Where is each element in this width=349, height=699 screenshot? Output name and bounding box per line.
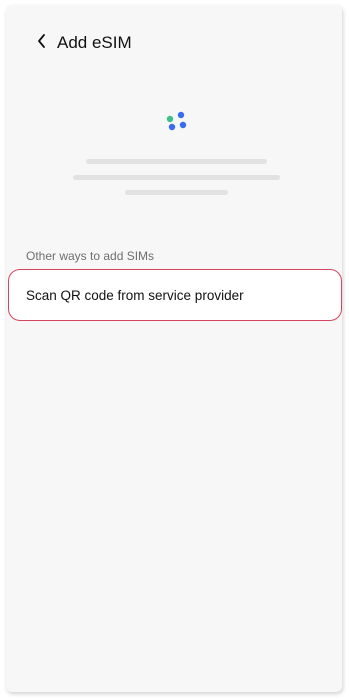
page-title: Add eSIM: [57, 33, 132, 52]
section-label: Other ways to add SIMs: [26, 249, 155, 263]
loading-dots-icon: [164, 110, 188, 134]
back-button[interactable]: [28, 27, 56, 59]
skeleton-line-3: [125, 190, 228, 195]
scan-qr-code-option[interactable]: Scan QR code from service provider: [8, 269, 342, 321]
app-bar: Add eSIM: [6, 27, 342, 59]
chevron-left-icon: [36, 33, 48, 54]
option-label: Scan QR code from service provider: [26, 288, 244, 303]
skeleton-line-1: [86, 159, 267, 164]
skeleton-line-2: [73, 175, 280, 180]
screen: Add eSIM Other ways to add SIMs Scan QR …: [6, 5, 342, 692]
